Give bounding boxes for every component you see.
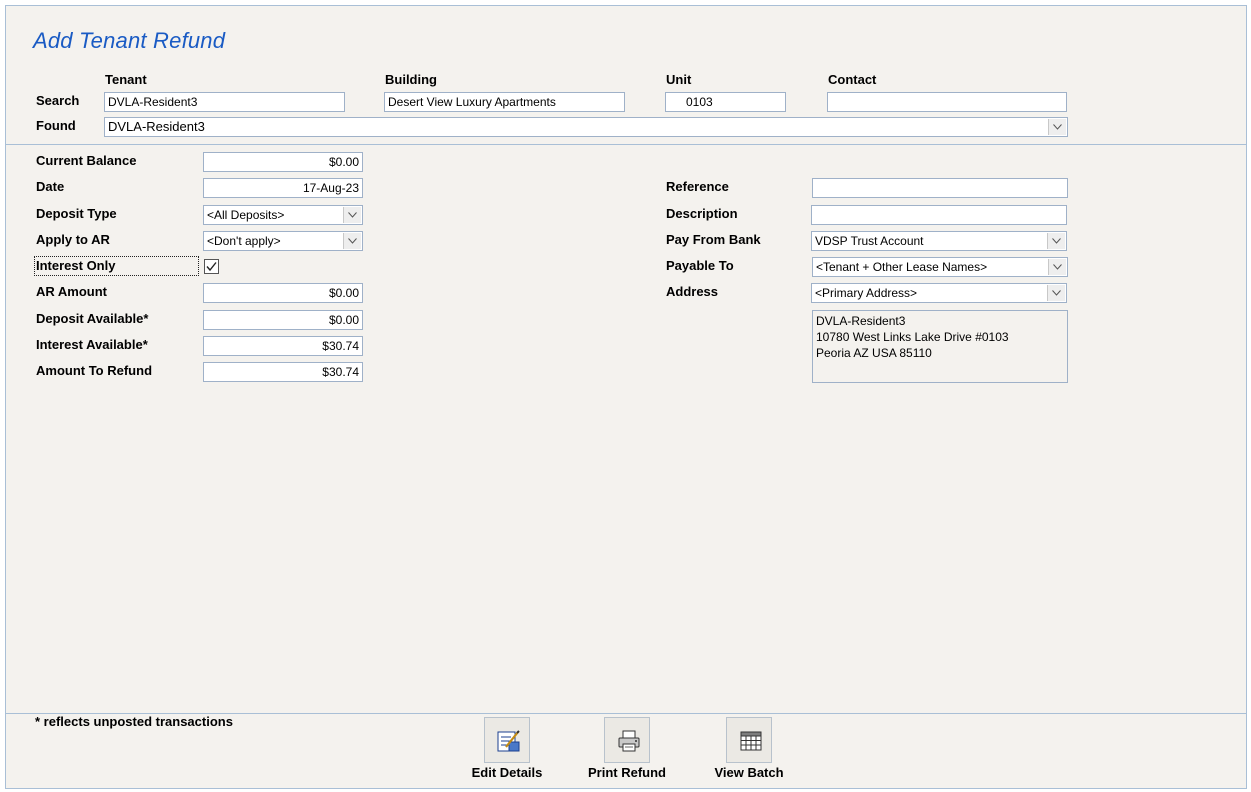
current-balance-label: Current Balance (36, 153, 137, 168)
chevron-down-icon[interactable] (1048, 259, 1066, 275)
found-label: Found (36, 118, 76, 133)
building-search-input[interactable]: Desert View Luxury Apartments (384, 92, 625, 112)
contact-header: Contact (828, 72, 877, 87)
date-field[interactable]: 17-Aug-23 (203, 178, 363, 198)
tenant-search-input[interactable]: DVLA-Resident3 (104, 92, 345, 112)
edit-details-button[interactable] (484, 717, 530, 763)
grid-icon (740, 731, 762, 751)
pay-from-bank-label: Pay From Bank (666, 232, 761, 247)
view-batch-button[interactable] (726, 717, 772, 763)
chevron-down-icon[interactable] (343, 207, 361, 223)
ar-amount-label: AR Amount (36, 284, 108, 299)
interest-only-checkbox[interactable] (204, 259, 219, 274)
address-line: DVLA-Resident3 (816, 314, 906, 328)
unit-header: Unit (666, 72, 692, 87)
payable-to-label: Payable To (666, 258, 734, 273)
pay-from-bank-select[interactable]: VDSP Trust Account (811, 231, 1067, 251)
description-field[interactable] (811, 205, 1067, 225)
ar-amount-field[interactable]: $0.00 (203, 283, 363, 303)
deposit-type-value: <All Deposits> (207, 208, 285, 222)
found-select[interactable]: DVLA-Resident3 (104, 117, 1068, 137)
print-refund-button[interactable] (604, 717, 650, 763)
interest-only-label[interactable]: Interest Only (36, 258, 115, 273)
date-label: Date (36, 179, 65, 194)
edit-details-label: Edit Details (471, 765, 543, 780)
pay-from-bank-value: VDSP Trust Account (815, 234, 924, 248)
header-divider (6, 144, 1246, 145)
chevron-down-icon[interactable] (1047, 285, 1065, 301)
address-line: 10780 West Links Lake Drive #0103 (816, 330, 1009, 344)
chevron-down-icon[interactable] (343, 233, 361, 249)
amount-to-refund-label: Amount To Refund (36, 363, 153, 378)
page-title: Add Tenant Refund (33, 28, 226, 53)
found-select-value: DVLA-Resident3 (108, 119, 205, 134)
deposit-type-label: Deposit Type (36, 206, 117, 221)
chevron-down-icon[interactable] (1048, 119, 1066, 135)
address-value: <Primary Address> (815, 286, 918, 300)
current-balance-field: $0.00 (203, 152, 363, 172)
apply-to-ar-select[interactable]: <Don't apply> (203, 231, 363, 251)
deposit-available-label: Deposit Available* (36, 311, 149, 326)
checkmark-icon (206, 262, 217, 272)
apply-to-ar-label: Apply to AR (36, 232, 110, 247)
unit-search-input[interactable]: 0103 (665, 92, 786, 112)
address-line: Peoria AZ USA 85110 (816, 346, 932, 360)
payable-to-select[interactable]: <Tenant + Other Lease Names> (812, 257, 1068, 277)
deposit-type-select[interactable]: <All Deposits> (203, 205, 363, 225)
tenant-header: Tenant (105, 72, 147, 87)
interest-available-field: $30.74 (203, 336, 363, 356)
building-header: Building (385, 72, 437, 87)
footnote: * reflects unposted transactions (35, 714, 233, 729)
edit-details-icon (497, 730, 520, 752)
amount-to-refund-field[interactable]: $30.74 (203, 362, 363, 382)
address-label: Address (666, 284, 719, 299)
chevron-down-icon[interactable] (1047, 233, 1065, 249)
print-refund-label: Print Refund (588, 765, 666, 780)
reference-field[interactable] (812, 178, 1068, 198)
printer-icon (618, 730, 640, 752)
address-display: DVLA-Resident3 10780 West Links Lake Dri… (812, 310, 1068, 383)
reference-label: Reference (666, 179, 729, 194)
description-label: Description (666, 206, 738, 221)
search-label: Search (36, 93, 80, 108)
view-batch-label: View Batch (714, 765, 784, 780)
deposit-available-field: $0.00 (203, 310, 363, 330)
apply-to-ar-value: <Don't apply> (207, 234, 281, 248)
address-select[interactable]: <Primary Address> (811, 283, 1067, 303)
payable-to-value: <Tenant + Other Lease Names> (816, 260, 988, 274)
interest-available-label: Interest Available* (36, 337, 148, 352)
contact-search-input[interactable] (827, 92, 1067, 112)
